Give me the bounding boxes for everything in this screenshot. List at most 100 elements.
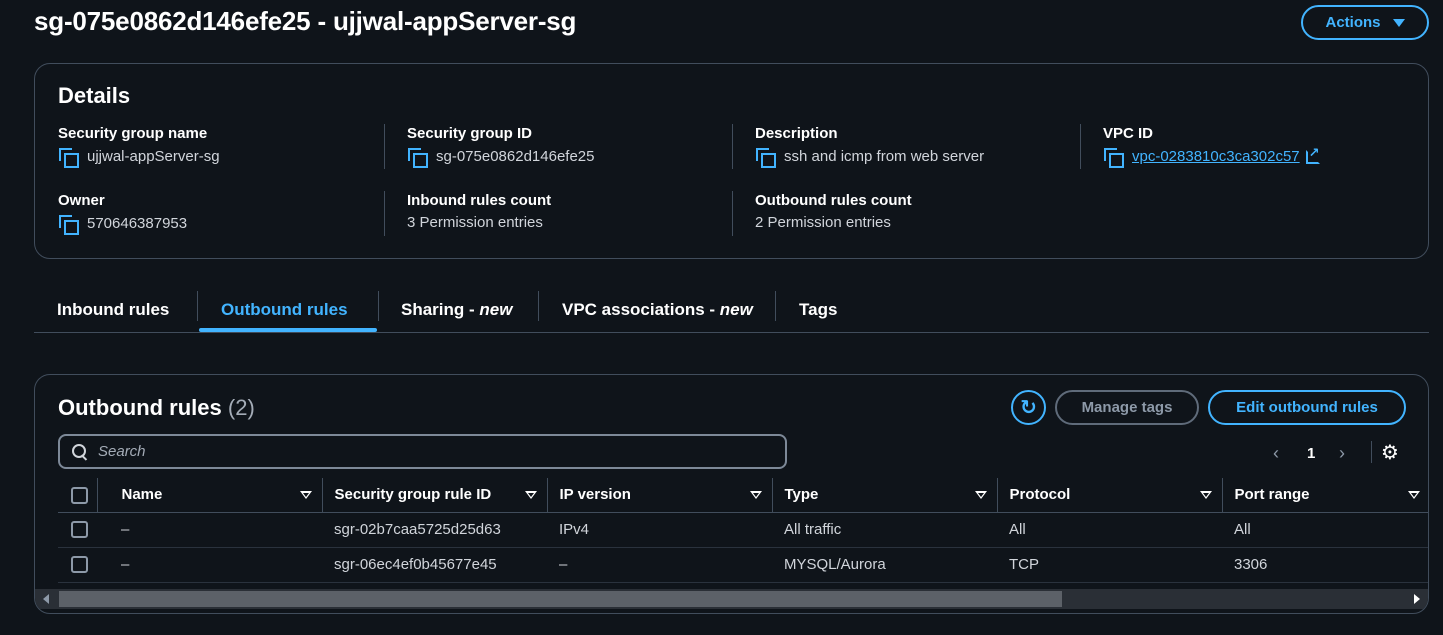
column-header-port-range[interactable]: Port range — [1221, 478, 1428, 513]
tab-divider — [538, 291, 539, 321]
tab-divider — [197, 291, 198, 321]
tab-divider — [378, 291, 379, 321]
actions-label: Actions — [1325, 14, 1381, 31]
column-label: Protocol — [1009, 486, 1071, 504]
divider — [732, 191, 733, 236]
copy-icon[interactable] — [58, 214, 79, 235]
divider — [384, 191, 385, 236]
cell-rule-id: sgr-02b7caa5725d25d63 — [322, 512, 547, 548]
tab-vpc-associations[interactable]: VPC associations - new — [562, 287, 753, 333]
tab-inbound-rules[interactable]: Inbound rules — [57, 287, 169, 333]
column-header-type[interactable]: Type — [771, 478, 997, 513]
column-header-name[interactable]: Name — [96, 478, 322, 513]
copy-icon[interactable] — [755, 147, 776, 168]
copy-icon[interactable] — [1103, 147, 1124, 168]
field-sg-name: Security group name ujjwal-appServer-sg — [58, 125, 220, 168]
rules-count: (2) — [227, 395, 255, 420]
cell-name: – — [97, 547, 322, 583]
outbound-rules-panel: Outbound rules (2) ↻ Manage tags Edit ou… — [34, 374, 1429, 614]
tab-outbound-rules[interactable]: Outbound rules — [221, 287, 348, 333]
divider — [732, 124, 733, 169]
refresh-button[interactable]: ↻ — [1011, 390, 1046, 425]
divider — [384, 124, 385, 169]
page-number[interactable]: 1 — [1307, 438, 1315, 468]
sort-icon[interactable] — [974, 491, 987, 499]
divider — [1080, 124, 1081, 169]
tab-label: Sharing - — [401, 300, 480, 319]
search-icon — [72, 443, 88, 460]
checkbox[interactable] — [71, 486, 88, 504]
tab-bar: Inbound rules Outbound rules Sharing - n… — [34, 287, 1429, 333]
scroll-left-icon[interactable] — [43, 594, 49, 604]
table-header-row: Name Security group rule ID IP version T… — [58, 478, 1428, 513]
cell-protocol: All — [997, 512, 1222, 548]
cell-port-range: All — [1222, 512, 1428, 548]
cell-ip-version: IPv4 — [547, 512, 772, 548]
vpc-id-link[interactable]: vpc-0283810c3ca302c57 — [1132, 148, 1300, 165]
field-vpc-id: VPC ID vpc-0283810c3ca302c57 — [1103, 125, 1320, 168]
rules-title-text: Outbound rules — [58, 395, 222, 420]
table-row[interactable]: – sgr-02b7caa5725d25d63 IPv4 All traffic… — [58, 512, 1428, 548]
details-title: Details — [58, 83, 131, 108]
field-description: Description ssh and icmp from web server — [755, 125, 985, 168]
external-link-icon — [1305, 145, 1320, 164]
horizontal-scrollbar[interactable] — [35, 589, 1428, 609]
refresh-icon: ↻ — [1020, 397, 1037, 419]
field-label: Description — [755, 125, 838, 142]
rules-title: Outbound rules (2) — [58, 395, 255, 421]
sort-icon[interactable] — [749, 491, 762, 499]
manage-tags-button[interactable]: Manage tags — [1055, 390, 1199, 425]
field-inbound-count: Inbound rules count 3 Permission entries — [407, 192, 551, 231]
sort-icon[interactable] — [299, 491, 312, 499]
cell-ip-version: – — [547, 547, 772, 583]
sort-icon[interactable] — [524, 491, 537, 499]
search-box — [58, 434, 787, 469]
column-header-protocol[interactable]: Protocol — [996, 478, 1222, 513]
header-select-all[interactable] — [58, 478, 97, 513]
cell-rule-id: sgr-06ec4ef0b45677e45 — [322, 547, 547, 583]
tab-label: Outbound rules — [221, 300, 348, 319]
edit-outbound-rules-button[interactable]: Edit outbound rules — [1208, 390, 1406, 425]
field-value: ujjwal-appServer-sg — [87, 148, 220, 165]
active-tab-indicator — [199, 328, 377, 332]
table-row[interactable]: – sgr-06ec4ef0b45677e45 – MYSQL/Aurora T… — [58, 547, 1428, 583]
checkbox[interactable] — [71, 521, 88, 539]
actions-button[interactable]: Actions — [1301, 5, 1429, 40]
page-title: sg-075e0862d146efe25 - ujjwal-appServer-… — [34, 6, 577, 36]
caret-down-icon — [1392, 18, 1405, 27]
field-label: Security group name — [58, 125, 208, 142]
field-owner: Owner 570646387953 — [58, 192, 187, 235]
field-label: Owner — [58, 192, 105, 209]
tab-new-badge: new — [479, 300, 513, 319]
column-header-ip-version[interactable]: IP version — [546, 478, 772, 513]
search-input[interactable] — [98, 443, 698, 460]
sort-icon[interactable] — [1408, 491, 1420, 499]
copy-icon[interactable] — [58, 147, 79, 168]
field-label: VPC ID — [1103, 125, 1154, 142]
copy-icon[interactable] — [407, 147, 428, 168]
chevron-left-icon: ‹ — [1273, 442, 1279, 463]
next-page-button[interactable]: › — [1339, 438, 1345, 468]
pager-divider — [1371, 441, 1372, 463]
chevron-right-icon: › — [1339, 442, 1345, 463]
cell-name: – — [97, 512, 322, 548]
previous-page-button[interactable]: ‹ — [1273, 438, 1279, 468]
field-label: Outbound rules count — [755, 192, 912, 209]
column-label: IP version — [559, 486, 631, 504]
field-value: 3 Permission entries — [407, 214, 543, 231]
scroll-right-icon[interactable] — [1414, 594, 1420, 604]
field-value: ssh and icmp from web server — [784, 148, 985, 165]
row-select[interactable] — [58, 512, 97, 548]
field-outbound-count: Outbound rules count 2 Permission entrie… — [755, 192, 912, 231]
cell-type: MYSQL/Aurora — [772, 547, 997, 583]
sort-icon[interactable] — [1199, 491, 1212, 499]
row-select[interactable] — [58, 547, 97, 583]
gear-icon[interactable]: ⚙ — [1381, 440, 1399, 465]
tab-tags[interactable]: Tags — [799, 287, 837, 333]
tab-divider — [775, 291, 776, 321]
column-header-rule-id[interactable]: Security group rule ID — [321, 478, 547, 513]
scrollbar-thumb[interactable] — [59, 591, 1062, 607]
tab-sharing[interactable]: Sharing - new — [401, 287, 512, 333]
checkbox[interactable] — [71, 556, 88, 574]
cell-port-range: 3306 — [1222, 547, 1428, 583]
